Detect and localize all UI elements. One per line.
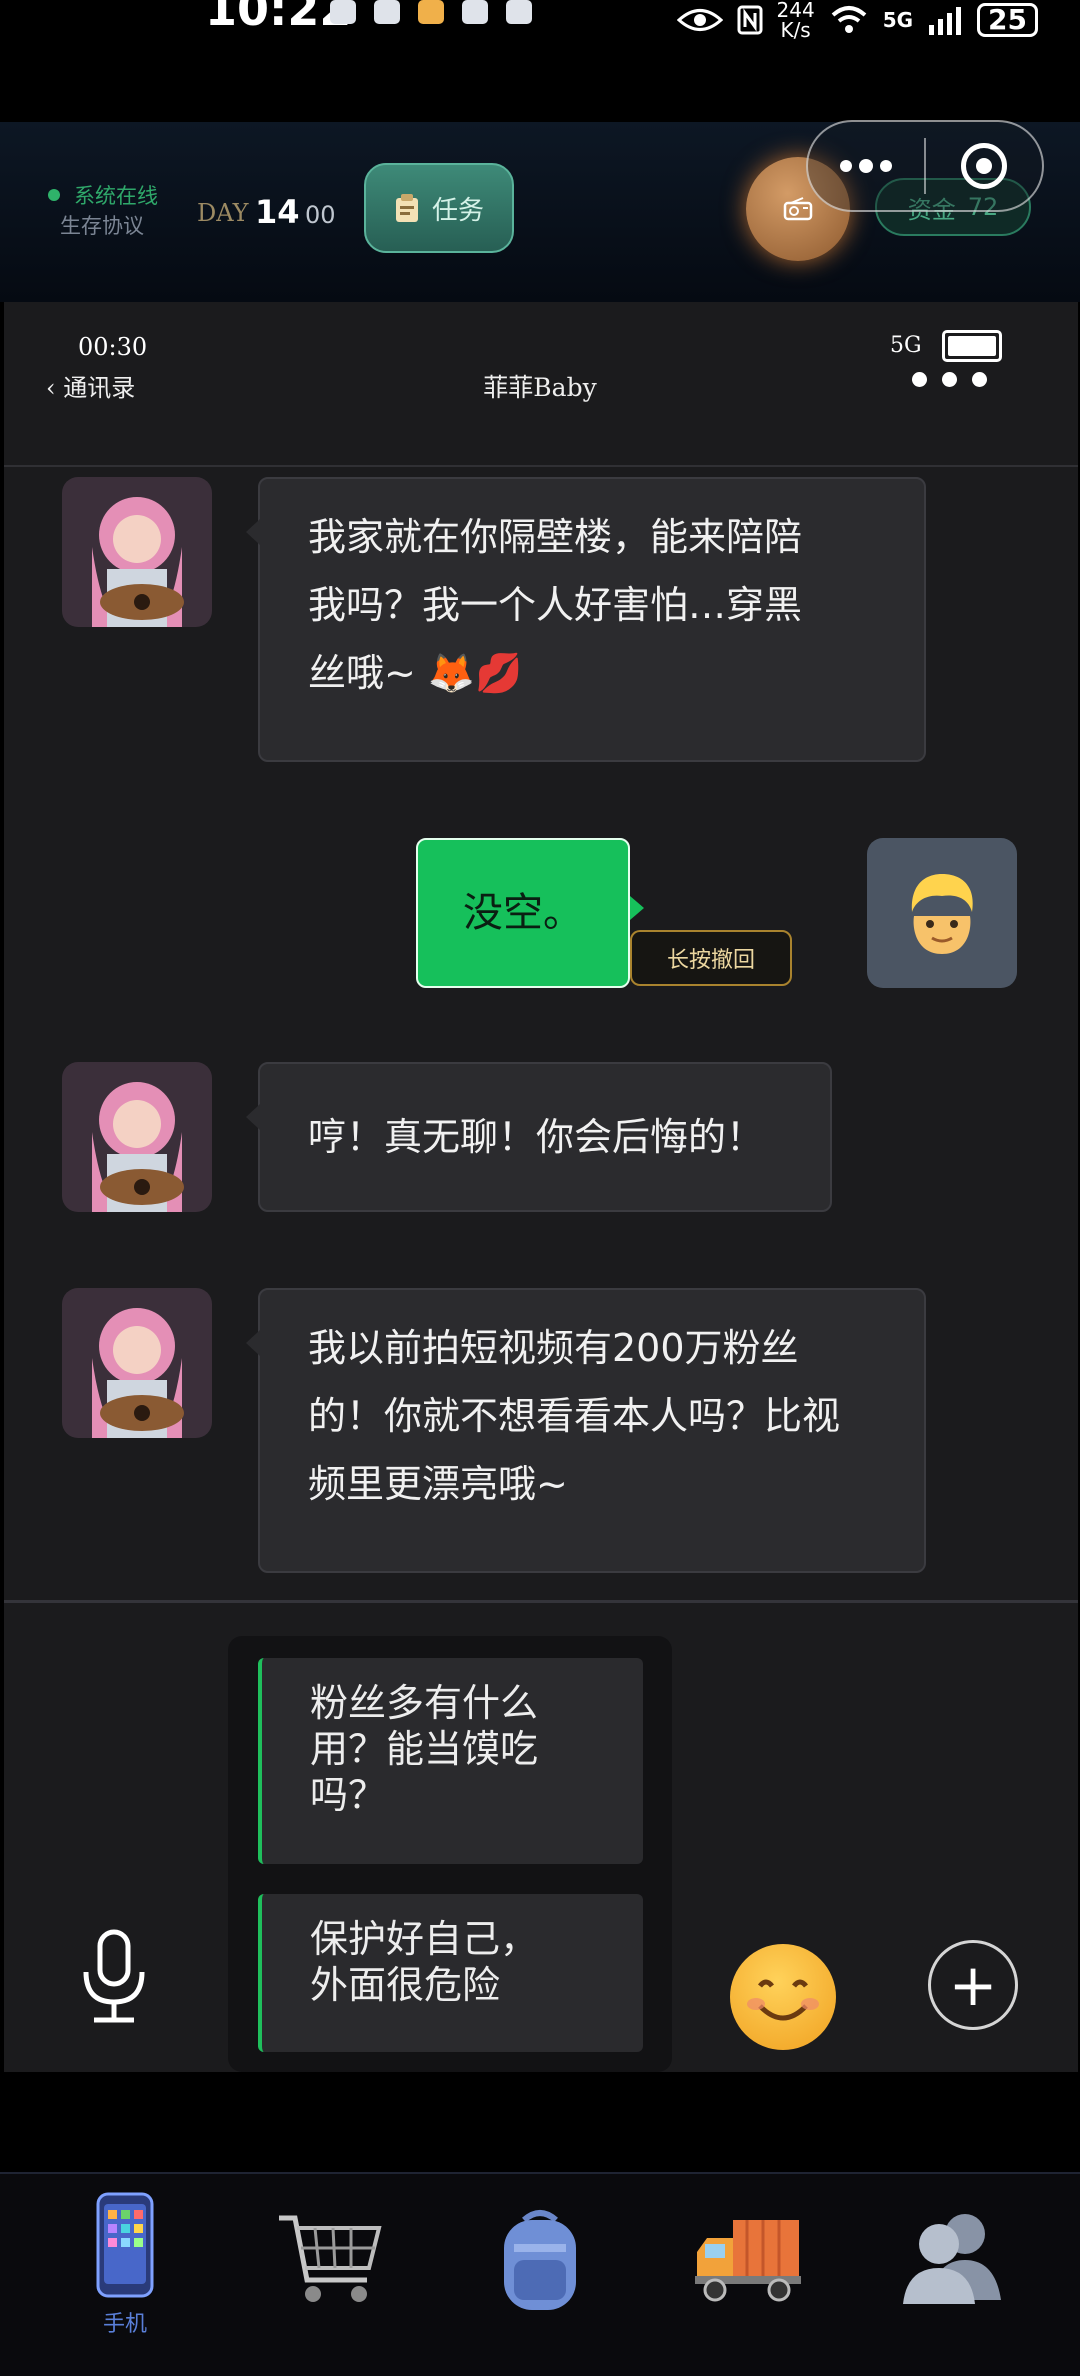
incoming-message: 我以前拍短视频有200万粉丝 的！你就不想看看本人吗？比视 频里更漂亮哦~ [246, 1288, 926, 1573]
option-line: 外面很危险 [310, 1963, 501, 2007]
app-notification-icon [418, 0, 444, 24]
system-online-label: 系统在线 [74, 184, 158, 208]
app-notification-icon [506, 0, 532, 24]
nav-item-truck[interactable] [688, 2190, 808, 2360]
eye-icon [676, 9, 723, 31]
day-subcounter: 00 [305, 201, 336, 229]
add-attachment-button[interactable]: + [928, 1940, 1018, 2030]
shopping-cart-icon [279, 2215, 382, 2302]
reply-option[interactable]: 保护好自己， 外面很危险 [258, 1894, 643, 2052]
input-divider [4, 1600, 1078, 1603]
miniprogram-capsule [806, 120, 1044, 212]
people-icon [903, 2214, 1001, 2304]
outgoing-message[interactable]: 没空。 [416, 838, 644, 988]
nav-item-phone[interactable]: 手机 [65, 2190, 185, 2360]
target-icon [960, 143, 1007, 189]
incoming-message: 哼！真无聊！你会后悔的！ [246, 1062, 832, 1212]
my-avatar[interactable] [867, 838, 1017, 988]
avatar-image [62, 1288, 212, 1438]
avatar-image [62, 477, 212, 627]
signal-icon [929, 7, 962, 35]
message-line: 我家就在你隔壁楼，能来陪陪 [308, 515, 803, 559]
more-dots-icon [840, 159, 892, 173]
battery-level: 25 [977, 3, 1038, 37]
option-line: 吗？ [310, 1773, 387, 1817]
option-line: 用？能当馍吃 [310, 1727, 539, 1771]
day-label: DAY [197, 199, 249, 227]
contact-avatar[interactable] [62, 1062, 212, 1212]
net-speed-value: 244 [776, 0, 815, 22]
message-line: 的！你就不想看看本人吗？比视 [308, 1394, 841, 1438]
close-miniprogram-button[interactable] [926, 122, 1042, 210]
online-dot-icon [48, 189, 60, 201]
app-notification-icon [330, 0, 356, 24]
phone-time: 00:30 [78, 333, 148, 361]
survival-protocol-label: 生存协议 [60, 214, 144, 238]
message-line: 丝哦~ 🦊💋 [308, 651, 523, 695]
more-menu-button[interactable] [808, 122, 924, 210]
contact-avatar[interactable] [62, 1288, 212, 1438]
message-text: 哼！真无聊！你会后悔的！ [308, 1115, 765, 1159]
network-type: 5G [882, 8, 914, 32]
nav-item-shop[interactable] [270, 2190, 390, 2360]
microphone-icon [83, 1929, 145, 2023]
net-speed: 244 K/s [777, 0, 815, 40]
nfc-icon [737, 5, 762, 35]
task-label: 任务 [431, 195, 484, 226]
message-line: 我以前拍短视频有200万粉丝 [308, 1326, 799, 1370]
wifi-icon [831, 6, 867, 33]
smile-emoji-icon [747, 1979, 819, 2021]
day-number: 14 [255, 193, 300, 231]
notification-icons [330, 0, 532, 24]
message-line: 频里更漂亮哦~ [308, 1462, 568, 1506]
option-line: 保护好自己， [310, 1917, 539, 1961]
header-divider [4, 465, 1078, 467]
clipboard-icon [395, 194, 418, 222]
emoji-button[interactable] [730, 1944, 836, 2050]
avatar-image [62, 1062, 212, 1212]
nav-item-contacts[interactable] [890, 2190, 1010, 2360]
nav-item-backpack[interactable] [480, 2190, 600, 2360]
recall-hint-button[interactable]: 长按撤回 [630, 930, 792, 986]
net-speed-unit: K/s [780, 18, 811, 42]
message-line: 我吗？我一个人好害怕…穿黑 [308, 583, 803, 627]
plus-icon: + [948, 1951, 998, 2019]
task-button[interactable]: 任务 [364, 163, 514, 253]
phone-icon [96, 2192, 154, 2298]
app-notification-icon [462, 0, 488, 24]
backpack-icon [504, 2210, 576, 2310]
voice-input-button[interactable] [78, 1928, 150, 2028]
chat-menu-button[interactable] [912, 372, 987, 387]
phone-battery-icon [942, 330, 1002, 362]
reply-option[interactable]: 粉丝多有什么 用？能当馍吃 吗？ [258, 1658, 643, 1864]
app-notification-icon [374, 0, 400, 24]
contact-avatar[interactable] [62, 477, 212, 627]
truck-icon [695, 2220, 801, 2302]
incoming-message: 我家就在你隔壁楼，能来陪陪 我吗？我一个人好害怕…穿黑 丝哦~ 🦊💋 [246, 477, 926, 762]
status-right: 244 K/s 5G 25 [676, 0, 1038, 40]
boy-emoji-icon [911, 874, 973, 954]
nav-label-phone: 手机 [102, 2312, 147, 2337]
option-line: 粉丝多有什么 [310, 1681, 539, 1725]
phone-network: 5G [890, 333, 922, 358]
message-text: 没空。 [463, 890, 583, 936]
